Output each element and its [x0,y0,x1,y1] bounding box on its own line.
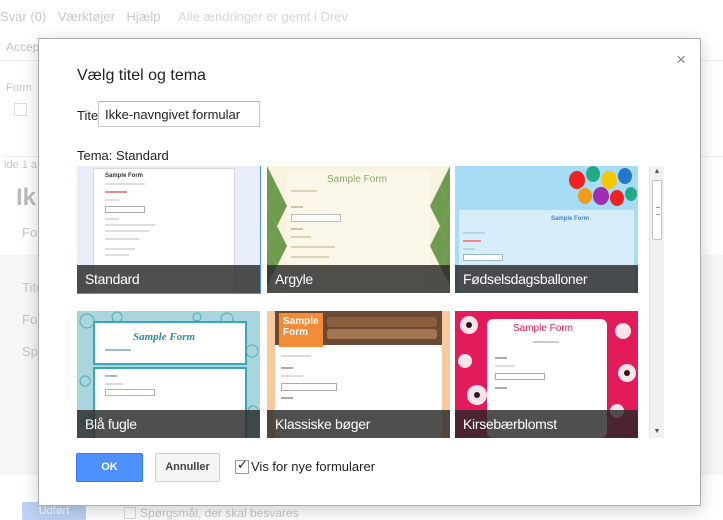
menu-svar[interactable]: Svar (0) [0,9,46,24]
theme-tile-argyle[interactable]: Sample Form Argyle [267,166,450,293]
scroll-up-icon[interactable]: ▲ [650,166,664,178]
theme-name-cherry-blossom: Kirsebærblomst [455,410,638,438]
theme-name-argyle: Argyle [267,265,450,293]
form-desc-fragment: Fo [22,225,38,240]
background-checkbox[interactable] [14,103,27,116]
theme-sample-title: Sample Form [327,174,388,185]
theme-sample-title: Sample Form [133,331,196,343]
ok-button[interactable]: OK [76,453,143,482]
theme-sample-title: Sample Form [283,316,319,338]
theme-tile-standard[interactable]: Sample Form Standard [77,166,261,294]
check-icon: ✓ [237,457,248,472]
theme-name-birthday-balloons: Fødselsdagsballoner [455,265,638,293]
theme-dialog: × Vælg titel og tema Titel Tema: Standar… [38,38,701,506]
scroll-thumb[interactable] [652,180,662,240]
show-for-new-forms-label[interactable]: Vis for nye formularer [251,459,375,474]
saved-status: Alle ændringer er gemt i Drev [178,9,348,24]
theme-sample-title: Sample Form [513,323,574,334]
theme-name-standard: Standard [77,265,260,293]
menu-vaerktoejer[interactable]: Værktøjer [58,9,115,24]
theme-sample-title: Sample Form [551,216,590,222]
theme-grid: Sample Form Standard Sample Form Argyle … [77,166,645,438]
theme-sample-title: Sample Form [105,173,144,179]
show-for-new-forms-checkbox[interactable]: ✓ [235,457,249,474]
theme-tile-birthday-balloons[interactable]: Sample Form Fødselsdagsballoner [455,166,638,293]
title-input[interactable] [98,101,260,127]
close-icon[interactable]: × [676,50,686,70]
theme-label: Tema: Standard [77,148,169,163]
scroll-down-icon[interactable]: ▼ [650,426,664,438]
required-checkbox[interactable] [124,507,136,519]
menu-bar: Svar (0) Værktøjer Hjælp Alle ændringer … [0,9,356,24]
cancel-button[interactable]: Annuller [155,453,220,482]
dialog-title: Vælg titel og tema [77,67,206,84]
theme-name-bluebirds: Blå fugle [77,410,260,438]
theme-tile-classic-books[interactable]: Sample Form Klassiske bøger [267,311,450,438]
theme-name-classic-books: Klassiske bøger [267,410,450,438]
accept-responses-button[interactable]: Accep [6,40,39,54]
balloons-icon [569,166,637,206]
form-title-fragment: Ik [16,184,37,211]
menu-hjaelp[interactable]: Hjælp [127,9,161,24]
theme-scrollbar[interactable]: ▲ ▼ [649,166,664,438]
theme-tile-cherry-blossom[interactable]: Sample Form Kirsebærblomst [455,311,638,438]
theme-tile-bluebirds[interactable]: Sample Form Blå fugle [77,311,260,438]
form-label: Form [6,82,32,94]
